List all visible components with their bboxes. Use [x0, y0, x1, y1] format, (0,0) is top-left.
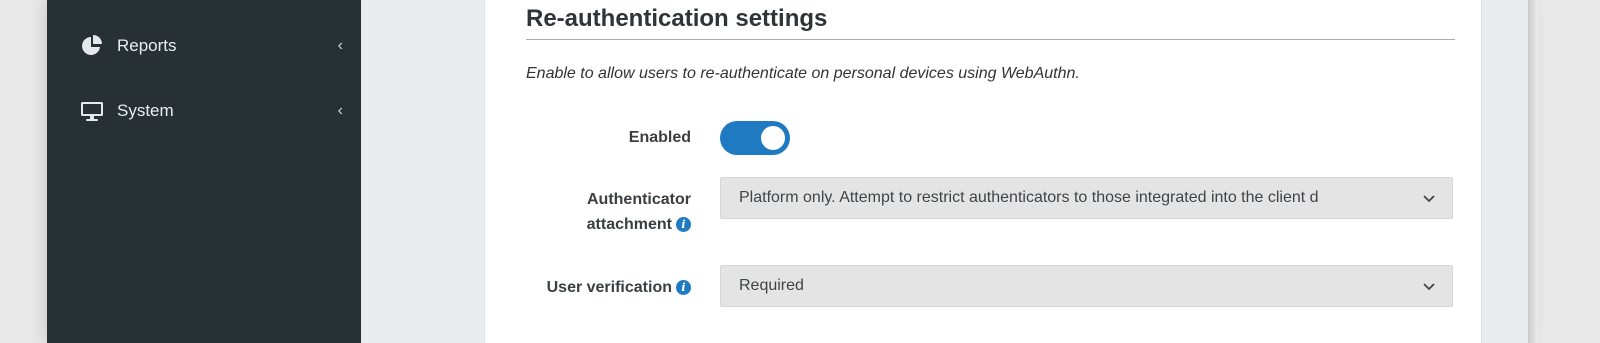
info-icon[interactable]: i: [676, 217, 691, 233]
sidebar: Reports ‹ System ‹: [47, 0, 361, 343]
chevron-down-icon: [1423, 283, 1435, 291]
main-content: Re-authentication settings Enable to all…: [361, 0, 1528, 343]
label-line-with-icon: attachment i: [587, 212, 691, 237]
authenticator-attachment-label: Authenticator attachment i: [587, 187, 691, 237]
section-title: Re-authentication settings: [526, 5, 828, 32]
user-verification-label: User verification i: [547, 275, 691, 300]
enabled-label: Enabled: [628, 129, 691, 146]
section-hint: Enable to allow users to re-authenticate…: [526, 65, 1080, 82]
select-value: Platform only. Attempt to restrict authe…: [739, 189, 1319, 206]
sidebar-item-label: Reports: [117, 36, 177, 55]
pie-chart-icon: [82, 35, 102, 55]
enabled-toggle[interactable]: [720, 121, 790, 155]
monitor-icon: [81, 102, 103, 121]
settings-panel: Re-authentication settings Enable to all…: [484, 0, 1482, 343]
label-text: User verification: [546, 279, 672, 296]
info-icon[interactable]: i: [676, 280, 691, 296]
authenticator-attachment-select[interactable]: Platform only. Attempt to restrict authe…: [720, 177, 1453, 219]
chevron-left-icon: ‹: [337, 102, 343, 119]
label-line: attachment: [586, 216, 672, 233]
sidebar-item-reports[interactable]: Reports ‹: [47, 26, 361, 66]
chevron-down-icon: [1423, 195, 1435, 203]
toggle-knob: [761, 126, 785, 150]
user-verification-select[interactable]: Required: [720, 265, 1453, 307]
section-divider: [526, 39, 1455, 40]
app-window: Reports ‹ System ‹ Re-authentication set…: [47, 0, 1528, 343]
sidebar-item-system[interactable]: System ‹: [47, 91, 361, 131]
select-value: Required: [739, 277, 804, 294]
sidebar-item-label: System: [117, 101, 174, 120]
chevron-left-icon: ‹: [337, 37, 343, 54]
window-edge: [1528, 0, 1538, 343]
label-line: Authenticator: [587, 191, 691, 208]
